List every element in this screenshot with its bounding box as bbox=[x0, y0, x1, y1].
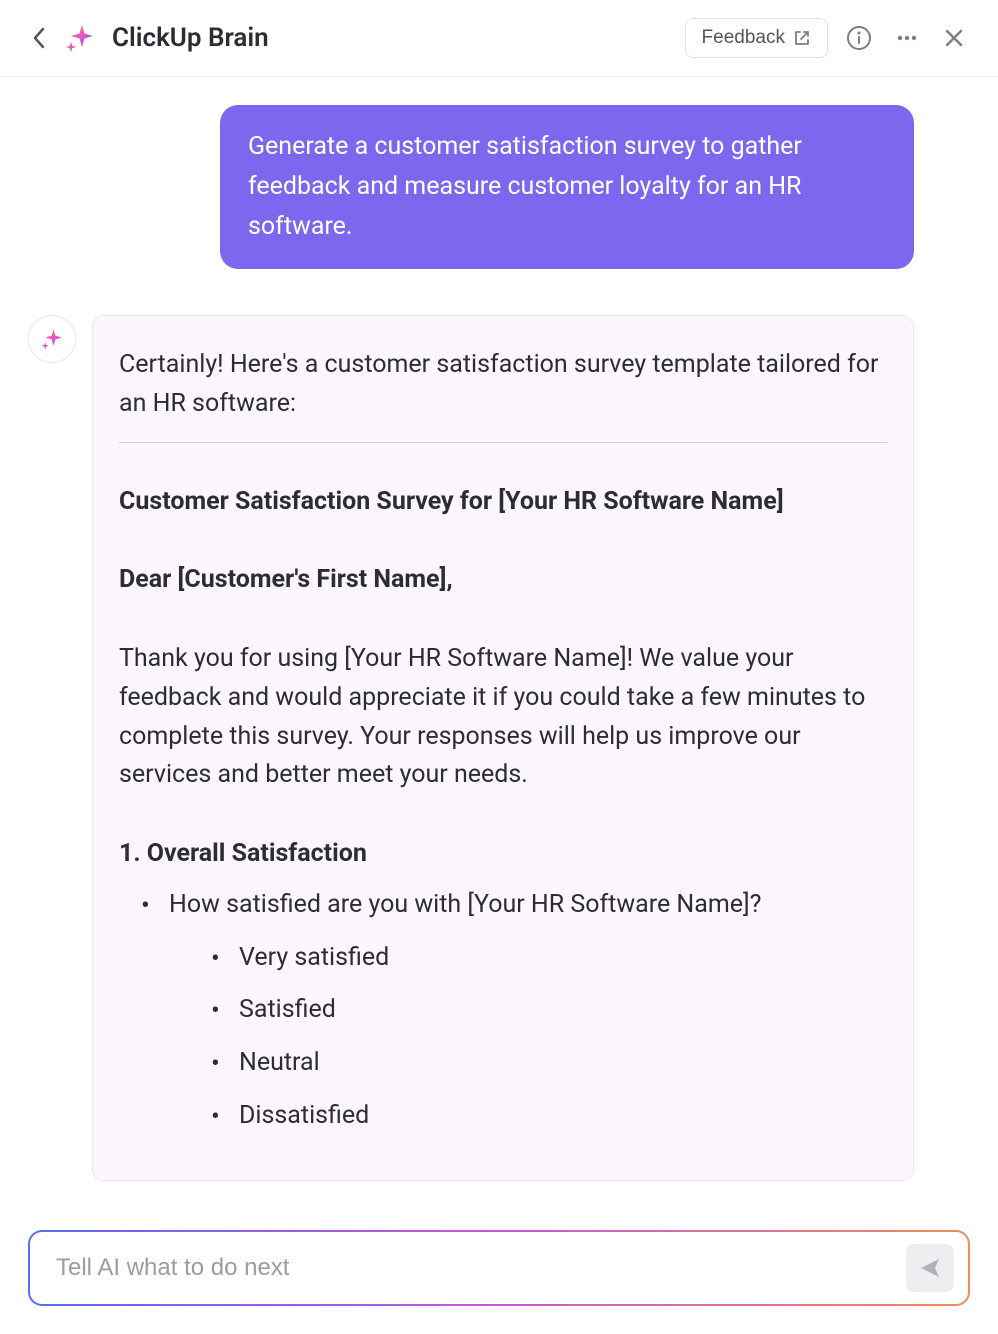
brain-sparkle-icon bbox=[64, 22, 96, 54]
list-item: Dissatisfied bbox=[219, 1097, 887, 1136]
header: ClickUp Brain Feedback bbox=[0, 0, 998, 77]
chat-container: Generate a customer satisfaction survey … bbox=[0, 77, 998, 1211]
info-icon bbox=[846, 25, 872, 51]
close-icon bbox=[942, 26, 966, 50]
options-list: Very satisfied Satisfied Neutral Dissati… bbox=[169, 939, 887, 1136]
assistant-row: Certainly! Here's a customer satisfactio… bbox=[28, 315, 914, 1181]
list-item: Satisfied bbox=[219, 991, 887, 1030]
question-list: How satisfied are you with [Your HR Soft… bbox=[119, 886, 887, 1136]
assistant-message: Certainly! Here's a customer satisfactio… bbox=[92, 315, 914, 1181]
input-bar bbox=[28, 1230, 970, 1306]
user-message: Generate a customer satisfaction survey … bbox=[220, 105, 914, 269]
input-inner bbox=[30, 1232, 968, 1304]
question-text: How satisfied are you with [Your HR Soft… bbox=[169, 890, 761, 919]
more-horizontal-icon bbox=[894, 25, 920, 51]
section-heading: 1. Overall Satisfaction bbox=[119, 835, 887, 874]
feedback-button[interactable]: Feedback bbox=[685, 18, 828, 58]
survey-salutation: Dear [Customer's First Name], bbox=[119, 561, 887, 600]
survey-title: Customer Satisfaction Survey for [Your H… bbox=[119, 483, 887, 522]
survey-body: Thank you for using [Your HR Software Na… bbox=[119, 640, 887, 795]
list-item: Very satisfied bbox=[219, 939, 887, 978]
more-button[interactable] bbox=[890, 21, 924, 55]
info-button[interactable] bbox=[842, 21, 876, 55]
external-link-icon bbox=[793, 29, 811, 47]
close-button[interactable] bbox=[938, 22, 970, 54]
assistant-intro: Certainly! Here's a customer satisfactio… bbox=[119, 346, 887, 424]
sparkle-icon bbox=[40, 327, 64, 351]
list-item: Neutral bbox=[219, 1044, 887, 1083]
chat-input[interactable] bbox=[56, 1254, 894, 1282]
send-icon bbox=[918, 1256, 942, 1280]
divider bbox=[119, 442, 887, 443]
back-button[interactable] bbox=[28, 22, 50, 54]
feedback-label: Feedback bbox=[702, 27, 785, 49]
page-title: ClickUp Brain bbox=[112, 23, 671, 53]
send-button[interactable] bbox=[906, 1244, 954, 1292]
chevron-left-icon bbox=[32, 26, 46, 50]
assistant-avatar bbox=[28, 315, 76, 363]
list-item: How satisfied are you with [Your HR Soft… bbox=[149, 886, 887, 1136]
